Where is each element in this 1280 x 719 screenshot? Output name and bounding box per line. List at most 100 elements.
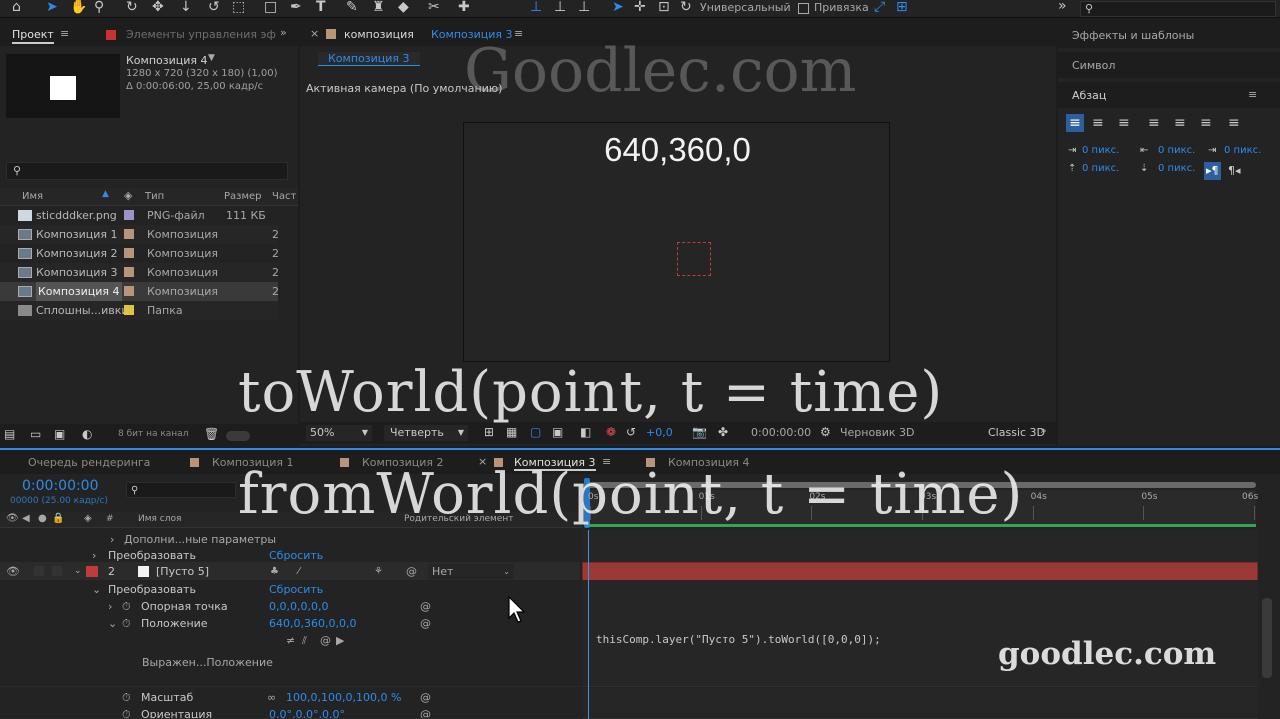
color-channels-icon[interactable]: ❁ [606, 423, 616, 441]
project-item[interactable]: Композиция 4 Композиция 2 [0, 282, 279, 301]
axis-local-icon[interactable]: ⊥ [530, 0, 542, 16]
interpret-footage-icon[interactable]: ▤ [4, 425, 15, 443]
tab-menu-icon[interactable]: ≡ [60, 27, 69, 40]
snap-points-icon[interactable]: ⊞ [896, 0, 908, 16]
null-layer-outline[interactable] [677, 242, 711, 276]
label-color-swatch[interactable] [124, 305, 134, 315]
grid-icon[interactable]: ▣ [552, 423, 563, 441]
project-item[interactable]: Композиция 1 Композиция 2 [0, 225, 279, 244]
scale-icon[interactable]: ⊡ [658, 0, 670, 16]
effects-presets-header[interactable]: Эффекты и шаблоны [1058, 22, 1280, 48]
panel-expand-icon[interactable]: » [1040, 424, 1047, 437]
indent-right-value[interactable]: 0 пикс. [1158, 145, 1195, 156]
exposure-reset-icon[interactable]: ↺ [626, 423, 636, 441]
search-help-field[interactable]: ⚲ [1080, 1, 1276, 17]
bit-depth[interactable]: 8 бит на канал [118, 429, 188, 439]
universal-label[interactable]: Универсальный [700, 1, 791, 14]
breadcrumb[interactable]: Композиция 3 [318, 52, 420, 66]
exposure-value[interactable]: +0,0 [646, 426, 673, 439]
paragraph-menu-icon[interactable]: ≡ [1248, 88, 1257, 101]
region-icon[interactable]: ⬚ [232, 0, 245, 16]
new-folder-icon[interactable]: ▭ [30, 425, 41, 443]
show-snapshot-icon[interactable]: ✤ [718, 423, 728, 441]
label-color-swatch[interactable] [124, 248, 134, 258]
layer-name[interactable]: [Пусто 5] [156, 562, 209, 581]
effects-presets-label[interactable]: Эффекты и шаблоны [1072, 29, 1194, 42]
expression-enable-icon[interactable]: ≠ [286, 631, 295, 650]
comp-canvas[interactable]: 640,360,0 [463, 122, 890, 362]
justify-right-icon[interactable]: ≡ [1200, 114, 1212, 132]
layer-label-color[interactable] [86, 566, 98, 577]
selection-arrow-icon[interactable]: ➤ [46, 0, 58, 16]
transparency-grid-icon[interactable]: ▦ [506, 423, 517, 441]
justify-center-icon[interactable]: ≡ [1174, 114, 1186, 132]
lock-box[interactable] [52, 566, 62, 576]
expression-pickwhip-icon[interactable]: @ [320, 631, 331, 650]
label-color-swatch[interactable] [124, 286, 134, 296]
timeline-tab[interactable]: Очередь рендеринга [28, 456, 150, 469]
resolution-dropdown[interactable]: Четверть ▼ [384, 425, 468, 441]
channel-icon[interactable]: ◧ [580, 423, 591, 441]
label-color-swatch[interactable] [124, 267, 134, 277]
col-type-header[interactable]: Тип [145, 191, 164, 202]
pen-icon[interactable]: ✒ [290, 0, 302, 16]
space-after-value[interactable]: 0 пикс. [1158, 163, 1195, 174]
align-left-icon[interactable]: ≡ [1066, 114, 1084, 132]
snapping-checkbox[interactable] [798, 3, 809, 14]
col-name-header[interactable]: Имя [22, 191, 43, 202]
ltr-direction-icon[interactable]: ▸¶ [1204, 162, 1221, 180]
project-settings-icon[interactable]: ◐ [82, 425, 92, 443]
project-search-input[interactable]: ⚲ [6, 162, 288, 180]
eraser-icon[interactable]: ◆ [398, 0, 409, 16]
parent-dropdown[interactable]: Нет ⌄ [428, 564, 514, 579]
comp-tab-prefix[interactable]: композиция [344, 28, 414, 41]
character-header[interactable]: Символ [1058, 52, 1280, 78]
project-item[interactable]: Композиция 3 Композиция 2 [0, 263, 279, 282]
pin-icon[interactable]: ✚ [458, 0, 470, 16]
hand-icon[interactable]: ✋ [70, 0, 87, 16]
quality-switch-icon[interactable]: ⁄ [298, 562, 300, 581]
text-icon[interactable]: T [316, 0, 326, 16]
chevron-down-icon[interactable]: ⌄ [74, 562, 82, 581]
selection-mode-icon[interactable]: ➤ [612, 0, 624, 16]
expression-code[interactable]: thisComp.layer("Пусто 5").toWorld([0,0,0… [596, 633, 881, 646]
stamp-icon[interactable]: ♜ [372, 0, 385, 16]
snapping-label[interactable]: Привязка [814, 1, 869, 14]
col-extra-header[interactable]: Част [272, 191, 296, 202]
axis-world-icon[interactable]: ⊥ [554, 0, 566, 16]
draft-3d-label[interactable]: Черновик 3D [840, 426, 914, 439]
brush-icon[interactable]: ✎ [346, 0, 358, 16]
new-comp-icon[interactable]: ▣ [54, 425, 65, 443]
rectangle-icon[interactable]: □ [264, 0, 277, 16]
move-icon[interactable]: ✛ [634, 0, 646, 16]
renderer-label[interactable]: Classic 3D [988, 426, 1045, 439]
indent-left-value[interactable]: 0 пикс. [1082, 145, 1119, 156]
stopwatch-icon[interactable]: ⏱ [122, 705, 131, 718]
comp-timecode[interactable]: 0:00:00:00 [751, 426, 811, 439]
region-of-interest-icon[interactable]: ⊞ [484, 423, 494, 441]
footer-slider[interactable] [226, 431, 250, 441]
expression-language-icon[interactable]: ▶ [336, 631, 344, 650]
tab-project[interactable]: Проект [12, 28, 54, 44]
null-layer-bar[interactable] [582, 562, 1258, 581]
layer-name-header[interactable]: Имя слоя [138, 514, 181, 524]
home-icon[interactable]: ⌂ [12, 0, 21, 16]
space-before-value[interactable]: 0 пикс. [1082, 163, 1119, 174]
mask-visibility-icon[interactable]: ▢ [530, 423, 541, 441]
indent-first-value[interactable]: 0 пикс. [1224, 145, 1261, 156]
tab-effect-controls[interactable]: Элементы управления эф [126, 28, 276, 41]
project-item[interactable]: sticdddker.png PNG-файл 111 КБ [0, 206, 278, 225]
timeline-timecode[interactable]: 0:00:00:00 [22, 478, 99, 494]
timeline-search-input[interactable]: ⚲ [126, 482, 236, 498]
zoom-icon[interactable]: ⚲ [94, 0, 104, 16]
trash-icon[interactable]: 🗑 [204, 425, 219, 443]
character-label[interactable]: Символ [1072, 59, 1115, 72]
3d-layer-icon[interactable]: ⚘ [374, 562, 383, 581]
layer-row-null-5[interactable]: 👁 ⌄ 2 [Пусто 5] ♣ ⁄ ⚘ @ Нет ⌄ [0, 562, 580, 581]
paragraph-label[interactable]: Абзац [1072, 89, 1106, 102]
label-color-swatch[interactable] [124, 210, 134, 220]
project-item[interactable]: Сплошны...ивки Папка [0, 301, 278, 320]
orientation-row[interactable]: ⏱ Ориентация 0,0°,0,0°,0,0° @ [0, 705, 580, 719]
eye-icon[interactable]: 👁 [6, 562, 20, 581]
pan-icon[interactable]: ✥ [152, 0, 164, 16]
